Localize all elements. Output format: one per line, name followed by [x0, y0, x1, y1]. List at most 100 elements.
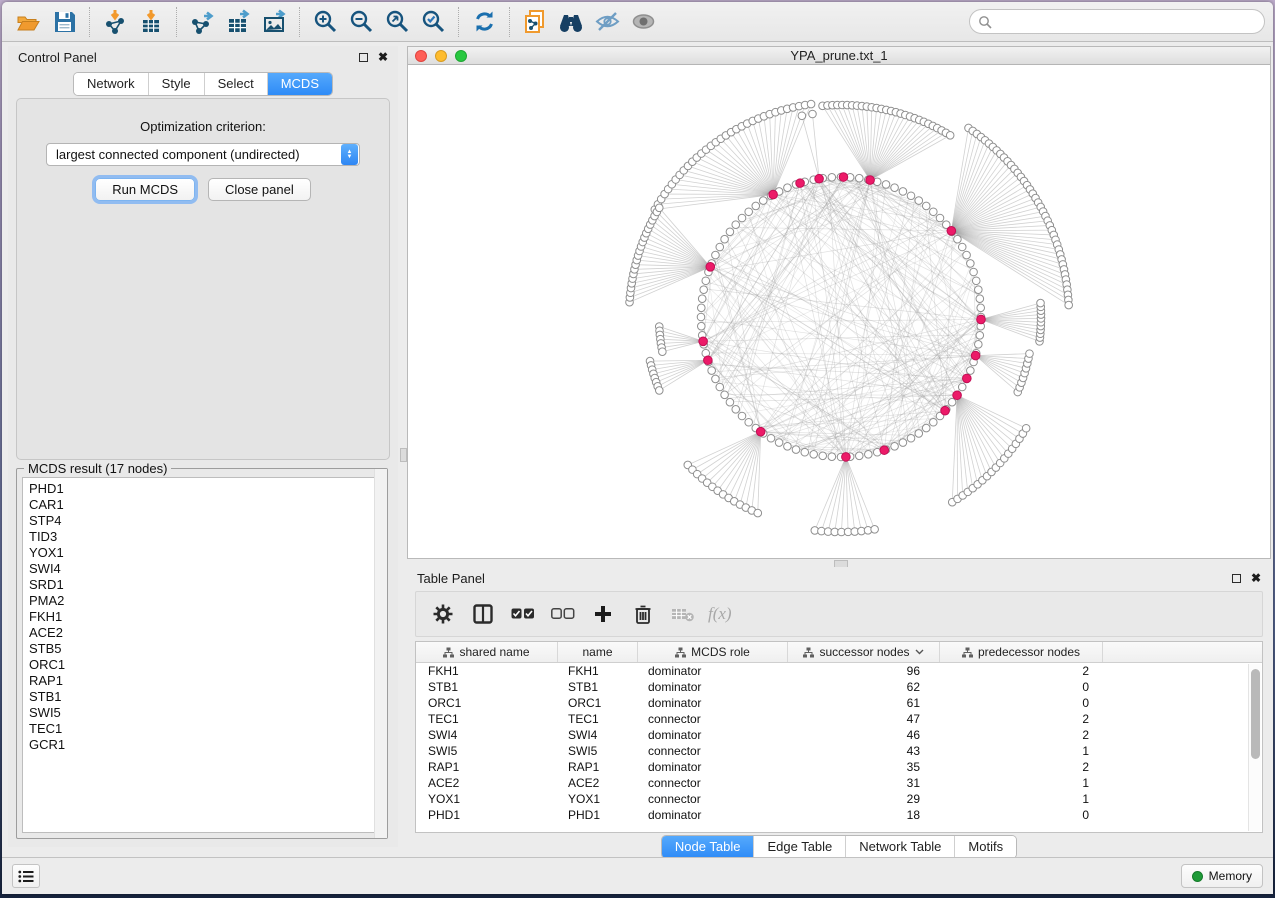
close-panel-icon[interactable]: ✖	[1251, 572, 1261, 584]
close-panel-button[interactable]: Close panel	[208, 178, 311, 201]
trash-icon	[634, 604, 652, 624]
table-scrollbar[interactable]	[1248, 664, 1261, 831]
table-cell: TEC1	[416, 711, 558, 727]
table-row[interactable]: STB1STB1dominator620	[416, 679, 1262, 695]
mcds-node-item[interactable]: PMA2	[29, 593, 381, 609]
tab-network-table[interactable]: Network Table	[846, 836, 955, 858]
select-all-button[interactable]	[508, 598, 538, 630]
zoom-out-button[interactable]	[343, 6, 379, 38]
refresh-button[interactable]	[466, 6, 502, 38]
table-row[interactable]: SWI4SWI4dominator462	[416, 727, 1262, 743]
column-header-MCDS-role[interactable]: MCDS role	[638, 642, 788, 662]
table-row[interactable]: YOX1YOX1connector291	[416, 791, 1262, 807]
deselect-all-button[interactable]	[548, 598, 578, 630]
table-cell: ORC1	[558, 695, 638, 711]
export-image-button[interactable]	[256, 6, 292, 38]
float-panel-icon[interactable]	[1232, 574, 1241, 583]
mcds-node-item[interactable]: TID3	[29, 529, 381, 545]
mcds-node-item[interactable]: STB5	[29, 641, 381, 657]
tab-style[interactable]: Style	[149, 73, 205, 95]
first-neighbors-button[interactable]	[553, 6, 589, 38]
mcds-node-item[interactable]: TEC1	[29, 721, 381, 737]
open-file-button[interactable]	[10, 6, 46, 38]
mcds-node-item[interactable]: ACE2	[29, 625, 381, 641]
mcds-node-item[interactable]: GCR1	[29, 737, 381, 753]
mcds-node-item[interactable]: ORC1	[29, 657, 381, 673]
mcds-node-item[interactable]: STB1	[29, 689, 381, 705]
column-header-successor-nodes[interactable]: successor nodes	[788, 642, 940, 662]
mcds-node-item[interactable]: CAR1	[29, 497, 381, 513]
tab-mcds[interactable]: MCDS	[268, 73, 332, 95]
optimization-criterion-select[interactable]: largest connected component (undirected)…	[46, 143, 360, 166]
mcds-node-item[interactable]: SRD1	[29, 577, 381, 593]
import-table-button[interactable]	[133, 6, 169, 38]
network-graph	[408, 65, 1270, 558]
table-cell: 29	[788, 791, 940, 807]
zoom-selected-button[interactable]	[415, 6, 451, 38]
float-panel-icon[interactable]	[359, 53, 368, 62]
mcds-node-item[interactable]: RAP1	[29, 673, 381, 689]
tab-network[interactable]: Network	[74, 73, 149, 95]
mcds-node-item[interactable]: FKH1	[29, 609, 381, 625]
memory-button[interactable]: Memory	[1181, 864, 1263, 888]
save-session-button[interactable]	[46, 6, 82, 38]
table-row[interactable]: FKH1FKH1dominator962	[416, 663, 1262, 679]
export-image-icon	[261, 8, 288, 35]
table-cell: dominator	[638, 807, 788, 823]
table-row[interactable]: TEC1TEC1connector472	[416, 711, 1262, 727]
tab-select[interactable]: Select	[205, 73, 268, 95]
column-header-predecessor-nodes[interactable]: predecessor nodes	[940, 642, 1103, 662]
clone-network-button[interactable]	[517, 6, 553, 38]
delete-column-button[interactable]	[628, 598, 658, 630]
zoom-in-button[interactable]	[307, 6, 343, 38]
vertical-splitter[interactable]	[400, 46, 407, 847]
mcds-node-item[interactable]: PHD1	[29, 481, 381, 497]
export-table-button[interactable]	[220, 6, 256, 38]
close-panel-icon[interactable]: ✖	[378, 51, 388, 63]
table-row[interactable]: PHD1PHD1dominator180	[416, 807, 1262, 823]
table-row[interactable]: RAP1RAP1dominator352	[416, 759, 1262, 775]
table-row[interactable]: ACE2ACE2connector311	[416, 775, 1262, 791]
mcds-node-item[interactable]: SWI5	[29, 705, 381, 721]
main-toolbar	[2, 2, 1273, 42]
mcds-node-item[interactable]: STP4	[29, 513, 381, 529]
column-label: name	[582, 645, 612, 659]
tab-motifs[interactable]: Motifs	[955, 836, 1016, 858]
splitter-grip[interactable]	[400, 448, 407, 462]
function-builder-button[interactable]: f(x)	[708, 604, 732, 624]
table-cell: 0	[940, 679, 1103, 695]
tab-node-table[interactable]: Node Table	[662, 836, 755, 858]
import-network-button[interactable]	[97, 6, 133, 38]
table-scrollbar-thumb[interactable]	[1251, 669, 1260, 759]
node-table: shared name name MCDS rolesuccessor nodesp…	[415, 641, 1263, 833]
hide-eye-icon	[594, 8, 621, 35]
table-row[interactable]: SWI5SWI5connector431	[416, 743, 1262, 759]
export-network-button[interactable]	[184, 6, 220, 38]
mcds-result-list[interactable]: PHD1CAR1STP4TID3YOX1SWI4SRD1PMA2FKH1ACE2…	[22, 477, 382, 833]
mcds-list-scrollbar[interactable]	[374, 469, 387, 838]
add-column-button[interactable]	[588, 598, 618, 630]
column-header-shared-name[interactable]: shared name	[416, 642, 558, 662]
table-row[interactable]: ORC1ORC1dominator610	[416, 695, 1262, 711]
table-settings-button[interactable]	[428, 598, 458, 630]
network-canvas[interactable]	[408, 65, 1270, 558]
task-history-button[interactable]	[12, 864, 40, 888]
mcds-node-item[interactable]: SWI4	[29, 561, 381, 577]
show-column-panel-button[interactable]	[468, 598, 498, 630]
table-cell: FKH1	[558, 663, 638, 679]
toolbar-separator	[89, 7, 90, 37]
hide-selected-button[interactable]	[589, 6, 625, 38]
search-field[interactable]	[969, 9, 1265, 34]
zoom-fit-button[interactable]	[379, 6, 415, 38]
import-table-icon	[138, 8, 165, 35]
tab-edge-table[interactable]: Edge Table	[754, 836, 846, 858]
table-cell: 47	[788, 711, 940, 727]
delete-table-button[interactable]	[668, 598, 698, 630]
table-cell: 2	[940, 759, 1103, 775]
column-header-name[interactable]: name	[558, 642, 638, 662]
run-mcds-button[interactable]: Run MCDS	[95, 178, 195, 201]
search-input[interactable]	[992, 15, 1264, 29]
table-cell: RAP1	[558, 759, 638, 775]
show-graphics-button[interactable]	[625, 6, 661, 38]
mcds-node-item[interactable]: YOX1	[29, 545, 381, 561]
